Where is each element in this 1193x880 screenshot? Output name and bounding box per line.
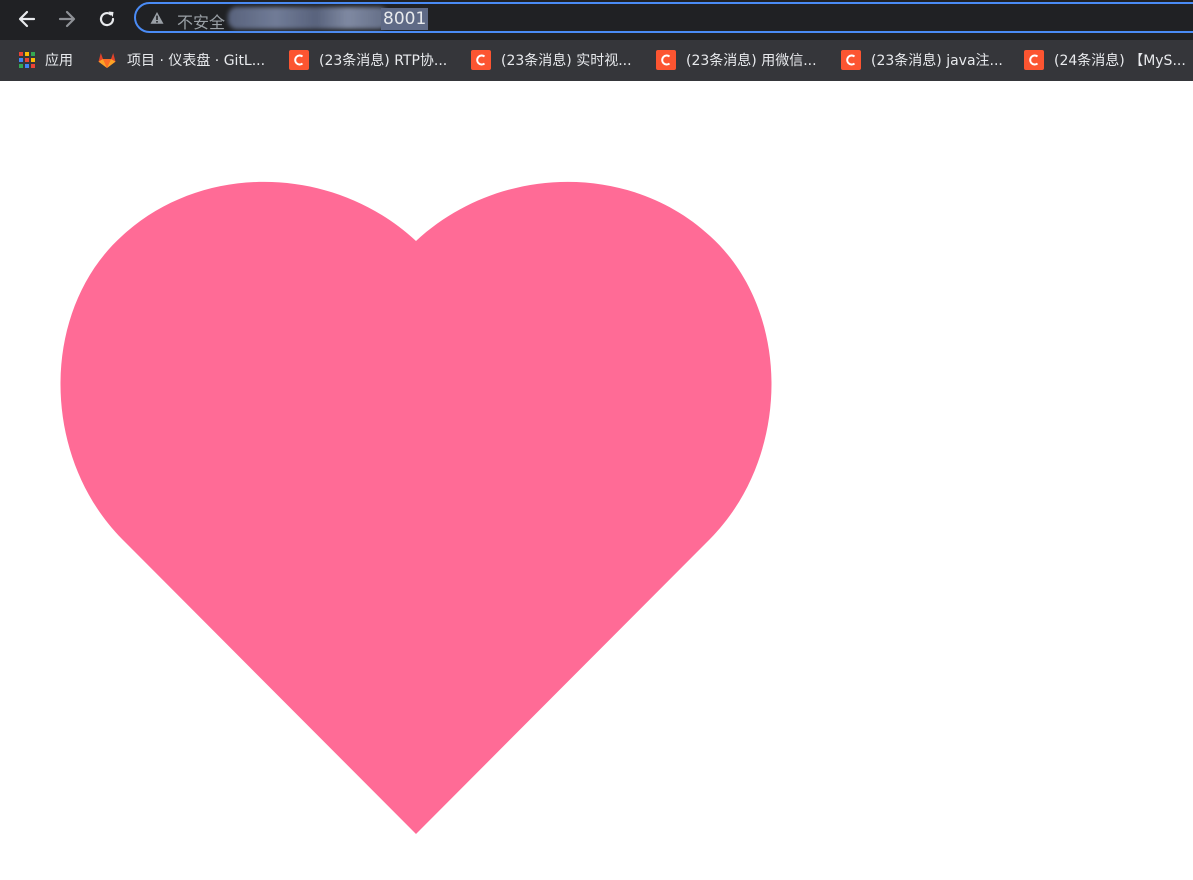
csdn-icon [471,50,491,70]
bookmark-label: (24条消息) 【MyS... [1054,53,1186,69]
csdn-icon [1024,50,1044,70]
bookmark-label: (23条消息) 实时视... [501,53,632,69]
warning-icon[interactable] [150,11,164,25]
bookmark-gitlab[interactable]: 项目 · 仪表盘 · GitL... [97,49,265,71]
security-status-label[interactable]: 不安全 [177,9,225,33]
browser-toolbar: 不安全 8001 [0,0,1193,40]
bookmark-label: 应用 [45,53,73,69]
bookmark-label: (23条消息) RTP协... [319,53,448,69]
forward-button[interactable] [52,5,82,33]
bookmark-csdn-1[interactable]: (23条消息) RTP协... [289,49,447,71]
page-content [0,81,1193,880]
csdn-icon [841,50,861,70]
address-bar[interactable]: 不安全 8001 [134,2,1193,33]
bookmark-csdn-3[interactable]: (23条消息) 用微信... [656,49,817,71]
gitlab-icon [98,53,116,68]
bookmark-label: (23条消息) java注... [871,53,1003,69]
apps-grid-icon [19,52,35,68]
reload-icon [99,11,115,27]
bookmark-csdn-2[interactable]: (23条消息) 实时视... [471,49,632,71]
back-button[interactable] [12,5,42,33]
arrow-right-icon [58,10,76,28]
bookmark-label: 项目 · 仪表盘 · GitL... [127,53,266,69]
bookmark-apps[interactable]: 应用 [19,49,73,71]
csdn-icon [289,50,309,70]
csdn-icon [656,50,676,70]
url-text[interactable]: 8001 [381,8,429,30]
url-redacted [228,7,388,29]
bookmark-csdn-5[interactable]: (24条消息) 【MyS... [1024,49,1186,71]
reload-button[interactable] [92,5,122,33]
heart-shape [60,181,772,834]
bookmark-csdn-4[interactable]: (23条消息) java注... [841,49,1003,71]
heart-icon [60,181,772,834]
bookmark-label: (23条消息) 用微信... [686,53,817,69]
arrow-left-icon [18,10,36,28]
bookmarks-bar: 应用 项目 · 仪表盘 · GitL... (23条消息) RTP协... (2… [0,40,1193,81]
